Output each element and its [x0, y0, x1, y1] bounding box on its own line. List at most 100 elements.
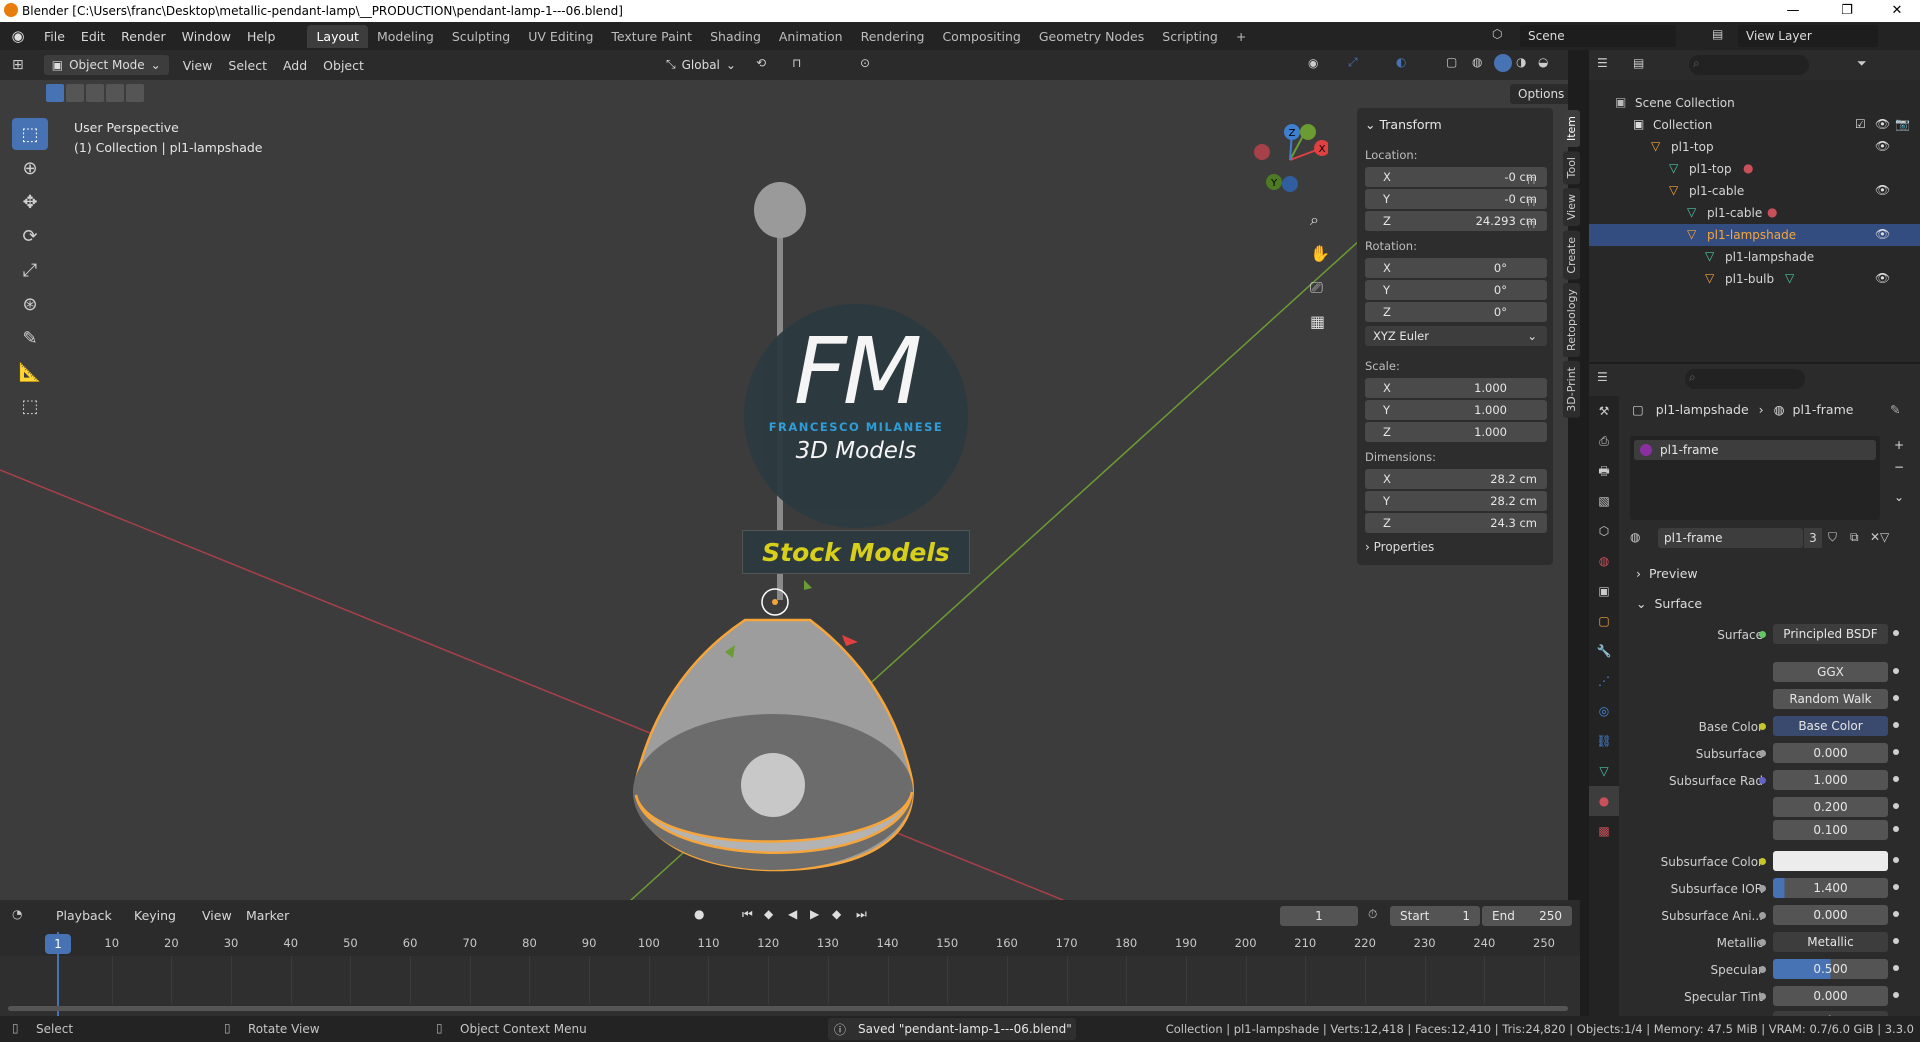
property-field[interactable]: 0.000	[1773, 905, 1888, 925]
menu-render[interactable]: Render	[113, 29, 174, 44]
slot-add-icon[interactable]: +	[1894, 438, 1904, 452]
material-browse-icon[interactable]: ◍	[1630, 530, 1640, 544]
property-field[interactable]: GGX	[1773, 662, 1888, 682]
rotation-mode-select[interactable]: XYZ Euler ⌄	[1365, 326, 1547, 346]
xray-toggle-icon[interactable]: ▢	[1446, 55, 1457, 69]
navigation-gizmo[interactable]: X Y Z	[1248, 124, 1328, 194]
slot-remove-icon[interactable]: −	[1894, 460, 1904, 474]
properties-search-input[interactable]	[1685, 369, 1805, 389]
tab-view[interactable]: View	[1563, 188, 1580, 227]
outliner-row-pl1-top-mesh[interactable]: ▽ pl1-top ●	[1589, 158, 1920, 180]
tab-3d-print[interactable]: 3D-Print	[1563, 361, 1580, 418]
keyframe-dot-icon[interactable]	[1893, 826, 1899, 832]
users-count[interactable]: 3	[1804, 528, 1822, 548]
outliner-row-pl1-lampshade-mesh[interactable]: ▽ pl1-lampshade	[1589, 246, 1920, 268]
menu-help[interactable]: Help	[239, 29, 284, 44]
keyframe-dot-icon[interactable]	[1893, 911, 1899, 917]
link-dropdown-icon[interactable]: ▽	[1880, 530, 1889, 544]
keyframe-dot-icon[interactable]	[1893, 776, 1899, 782]
pin-icon[interactable]: ✎	[1890, 402, 1900, 417]
measure-tool-icon[interactable]: 📐	[12, 356, 48, 388]
scene-tab-icon[interactable]: ⬡	[1589, 516, 1619, 546]
eye-icon[interactable]: 👁	[1875, 227, 1890, 241]
ortho-grid-icon[interactable]: ▦	[1310, 312, 1325, 331]
move-tool-icon[interactable]: ✥	[12, 186, 48, 218]
socket-icon[interactable]	[1759, 966, 1766, 973]
transform-tool-icon[interactable]: ⊛	[12, 288, 48, 320]
location-x-field[interactable]: X -0 cm	[1365, 167, 1547, 187]
scale-tool-icon[interactable]: ⤢	[12, 254, 48, 286]
texture-tab-icon[interactable]: ▩	[1589, 816, 1619, 846]
dimensions-y-field[interactable]: Y 28.2 cm	[1365, 491, 1547, 511]
display-mode-icon[interactable]: ▤	[1633, 56, 1644, 70]
tool-tab-icon[interactable]: ⚒	[1589, 396, 1619, 426]
minimize-button[interactable]: —	[1770, 0, 1816, 22]
select-intersect-icon[interactable]	[126, 84, 144, 102]
end-frame-field[interactable]: End 250	[1482, 906, 1572, 926]
select-new-icon[interactable]	[46, 84, 64, 102]
maximize-button[interactable]: ❐	[1824, 0, 1870, 22]
keyframe-dot-icon[interactable]	[1893, 722, 1899, 728]
outliner-row-pl1-lampshade[interactable]: ▽ pl1-lampshade 👁	[1589, 224, 1920, 246]
transform-header[interactable]: ⌄ Transform	[1365, 117, 1442, 132]
eye-icon[interactable]: 👁	[1875, 271, 1890, 285]
data-tab-icon[interactable]: ▽	[1589, 756, 1619, 786]
rotation-z-field[interactable]: Z 0°	[1365, 302, 1547, 322]
keyframe-dot-icon[interactable]	[1893, 965, 1899, 971]
property-field[interactable]: Base Color	[1773, 716, 1888, 736]
overlay-toggle-icon[interactable]: ◐	[1396, 55, 1406, 69]
outliner-row-pl1-cable-mesh[interactable]: ▽ pl1-cable ●	[1589, 202, 1920, 224]
tab-tool[interactable]: Tool	[1563, 151, 1580, 185]
slot-menu-icon[interactable]: ⌄	[1894, 490, 1904, 504]
scale-y-field[interactable]: Y 1.000	[1365, 400, 1547, 420]
property-field[interactable]: 1.400	[1773, 878, 1888, 898]
object-tab-icon[interactable]: ▢	[1589, 606, 1619, 636]
outliner-row-scene-collection[interactable]: ▣ Scene Collection	[1589, 92, 1920, 114]
next-keyframe-icon[interactable]: ◆	[832, 907, 841, 921]
menu-keying[interactable]: Keying	[126, 908, 184, 923]
pan-hand-icon[interactable]: ✋	[1310, 244, 1330, 263]
property-field[interactable]: 0.000	[1773, 986, 1888, 1006]
property-field[interactable]: Principled BSDF	[1773, 624, 1888, 644]
tab-scripting[interactable]: Scripting	[1153, 25, 1227, 48]
physics-tab-icon[interactable]: ◎	[1589, 696, 1619, 726]
properties-editor-icon[interactable]: ☰	[1597, 370, 1608, 384]
start-frame-field[interactable]: Start 1	[1390, 906, 1480, 926]
dimensions-x-field[interactable]: X 28.2 cm	[1365, 469, 1547, 489]
preview-range-icon[interactable]: ⏱	[1368, 907, 1377, 922]
timeline-area[interactable]: 1102030405060708090100110120130140150160…	[0, 932, 1580, 1016]
property-field[interactable]: 0.100	[1773, 820, 1888, 840]
menu-marker[interactable]: Marker	[238, 908, 297, 923]
fake-user-icon[interactable]: ⛉	[1828, 530, 1837, 545]
menu-add[interactable]: Add	[275, 58, 315, 73]
scene-icon[interactable]: ⬡	[1492, 27, 1502, 41]
location-z-field[interactable]: Z 24.293 cm	[1365, 211, 1547, 231]
editor-type-icon[interactable]: ⊞	[12, 57, 24, 73]
surface-panel-header[interactable]: ⌄ Surface	[1636, 596, 1906, 611]
keyframe-dot-icon[interactable]	[1893, 938, 1899, 944]
filter-icon[interactable]: ⏷	[1857, 56, 1867, 71]
property-field[interactable]: Metallic	[1773, 932, 1888, 952]
menu-window[interactable]: Window	[174, 29, 239, 44]
camera-view-icon[interactable]: ⎚	[1310, 278, 1323, 298]
output-tab-icon[interactable]: 🖶	[1589, 456, 1619, 486]
select-box-tool-icon[interactable]: ⬚	[12, 118, 48, 150]
gizmo-toggle-icon[interactable]: ⤢	[1348, 55, 1358, 70]
record-icon[interactable]: ●	[694, 907, 704, 921]
material-shading-icon[interactable]: ◑	[1516, 55, 1526, 69]
timeline-editor-icon[interactable]: ◔	[12, 907, 22, 921]
socket-icon[interactable]	[1759, 993, 1766, 1000]
tab-texture-paint[interactable]: Texture Paint	[602, 25, 701, 48]
menu-playback[interactable]: Playback	[48, 908, 120, 923]
rotation-y-field[interactable]: Y 0°	[1365, 280, 1547, 300]
world-tab-icon[interactable]: ◍	[1589, 546, 1619, 576]
property-field[interactable]: 1.000	[1773, 770, 1888, 790]
select-extend-icon[interactable]	[66, 84, 84, 102]
keyframe-dot-icon[interactable]	[1893, 749, 1899, 755]
keyframe-dot-icon[interactable]	[1893, 992, 1899, 998]
tab-rendering[interactable]: Rendering	[852, 25, 934, 48]
pivot-icon[interactable]: ⟲	[756, 56, 766, 70]
keyframe-dot-icon[interactable]	[1893, 695, 1899, 701]
snap-icon[interactable]: ⊓	[792, 56, 801, 70]
material-slot-item[interactable]: pl1-frame	[1634, 440, 1876, 460]
